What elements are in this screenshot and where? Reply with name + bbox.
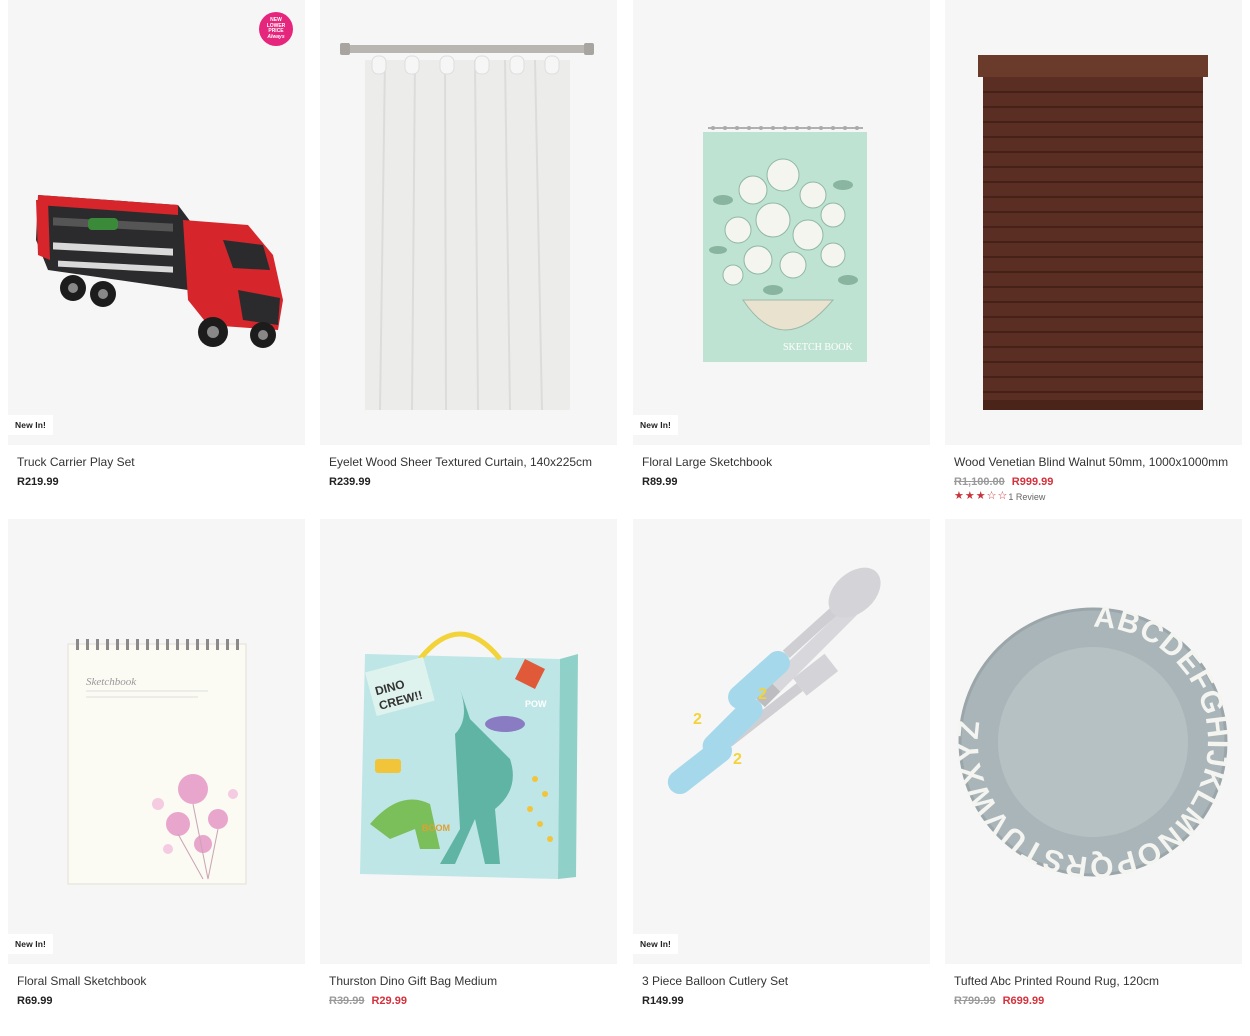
price: R69.99 — [17, 995, 53, 1007]
price: R219.99 — [17, 476, 59, 488]
new-in-badge: New In! — [8, 934, 53, 954]
price-row: R239.99 — [329, 476, 617, 488]
old-price: R799.99 — [954, 995, 996, 1007]
price-row: R219.99 — [17, 476, 305, 488]
price-row: R1,100.00 R999.99 — [954, 476, 1242, 488]
star-full-icon: ★ — [964, 490, 975, 502]
svg-text:2: 2 — [733, 751, 742, 768]
price: R149.99 — [642, 995, 684, 1007]
product-card[interactable]: SKETCH BOOK New In! Floral Large Sketchb… — [633, 0, 930, 488]
sale-price: R699.99 — [1002, 995, 1045, 1007]
venetian-blind-image — [978, 55, 1208, 410]
product-card[interactable]: ABCDEFGHIJKLMNOPQRSTUVWXYZ Tufted Abc Pr… — [945, 519, 1242, 1007]
product-image[interactable]: DINO CREW!! POW BOOM — [320, 519, 617, 964]
svg-text:2: 2 — [758, 686, 767, 703]
product-image[interactable] — [945, 0, 1242, 445]
product-card[interactable]: Eyelet Wood Sheer Textured Curtain, 140x… — [320, 0, 617, 488]
product-card[interactable]: NEW LOWER PRICE Always New In! Truck Car… — [8, 0, 305, 488]
sale-price: R29.99 — [371, 995, 407, 1007]
star-empty-icon: ☆ — [986, 490, 997, 502]
product-image[interactable]: ABCDEFGHIJKLMNOPQRSTUVWXYZ — [945, 519, 1242, 964]
small-sketchbook-image: Sketchbook — [67, 639, 247, 885]
star-full-icon: ★ — [975, 490, 986, 502]
product-card[interactable]: 2 2 2 New In! 3 Piece Balloon Cutlery Se… — [633, 519, 930, 1007]
product-image[interactable]: SKETCH BOOK New In! — [633, 0, 930, 445]
dino-gift-bag-image: DINO CREW!! POW BOOM — [360, 631, 578, 879]
price-row: R799.99 R699.99 — [954, 995, 1242, 1007]
truck-image — [36, 195, 283, 348]
price-row: R89.99 — [642, 476, 930, 488]
product-card[interactable]: Sketchbook New In! Floral Small Sketchbo… — [8, 519, 305, 1007]
rating[interactable]: ★ ★ ★ ☆ ☆ 1 Review — [954, 491, 1242, 502]
product-card[interactable]: Wood Venetian Blind Walnut 50mm, 1000x10… — [945, 0, 1242, 502]
product-title[interactable]: Eyelet Wood Sheer Textured Curtain, 140x… — [329, 455, 617, 469]
product-image[interactable]: Sketchbook New In! — [8, 519, 305, 964]
product-title[interactable]: Truck Carrier Play Set — [17, 455, 305, 469]
product-title[interactable]: Wood Venetian Blind Walnut 50mm, 1000x10… — [954, 455, 1242, 469]
review-count[interactable]: 1 Review — [1008, 492, 1045, 502]
product-title[interactable]: Floral Large Sketchbook — [642, 455, 930, 469]
price: R239.99 — [329, 476, 371, 488]
sketchbook-cover-text: Sketchbook — [86, 676, 137, 688]
old-price: R39.99 — [329, 995, 365, 1007]
floral-sketchbook-image: SKETCH BOOK — [703, 126, 867, 362]
new-in-badge: New In! — [633, 934, 678, 954]
new-in-badge: New In! — [8, 415, 53, 435]
product-card[interactable]: DINO CREW!! POW BOOM Thurston Dino Gift … — [320, 519, 617, 1007]
product-title[interactable]: 3 Piece Balloon Cutlery Set — [642, 974, 930, 988]
product-image[interactable] — [320, 0, 617, 445]
cutlery-set-image: 2 2 2 — [667, 567, 881, 795]
price-row: R149.99 — [642, 995, 930, 1007]
new-in-badge: New In! — [633, 415, 678, 435]
star-empty-icon: ☆ — [997, 490, 1008, 502]
new-lower-price-badge: NEW LOWER PRICE Always — [259, 12, 293, 46]
product-title[interactable]: Thurston Dino Gift Bag Medium — [329, 974, 617, 988]
svg-text:2: 2 — [693, 711, 702, 728]
price-row: R39.99 R29.99 — [329, 995, 617, 1007]
price-row: R69.99 — [17, 995, 305, 1007]
abc-rug-image: ABCDEFGHIJKLMNOPQRSTUVWXYZ — [952, 601, 1234, 884]
product-title[interactable]: Tufted Abc Printed Round Rug, 120cm — [954, 974, 1242, 988]
price: R89.99 — [642, 476, 678, 488]
product-image[interactable]: NEW LOWER PRICE Always New In! — [8, 0, 305, 445]
product-title[interactable]: Floral Small Sketchbook — [17, 974, 305, 988]
bag-print-text: POW — [525, 699, 547, 709]
sketchbook-cover-text: SKETCH BOOK — [783, 342, 854, 353]
star-full-icon: ★ — [954, 490, 964, 502]
old-price: R1,100.00 — [954, 476, 1005, 488]
curtain-image — [340, 43, 594, 411]
product-grid: NEW LOWER PRICE Always New In! Truck Car… — [0, 0, 1250, 1036]
bag-print-text: BOOM — [422, 823, 450, 833]
product-image[interactable]: 2 2 2 New In! — [633, 519, 930, 964]
sale-price: R999.99 — [1011, 476, 1054, 488]
